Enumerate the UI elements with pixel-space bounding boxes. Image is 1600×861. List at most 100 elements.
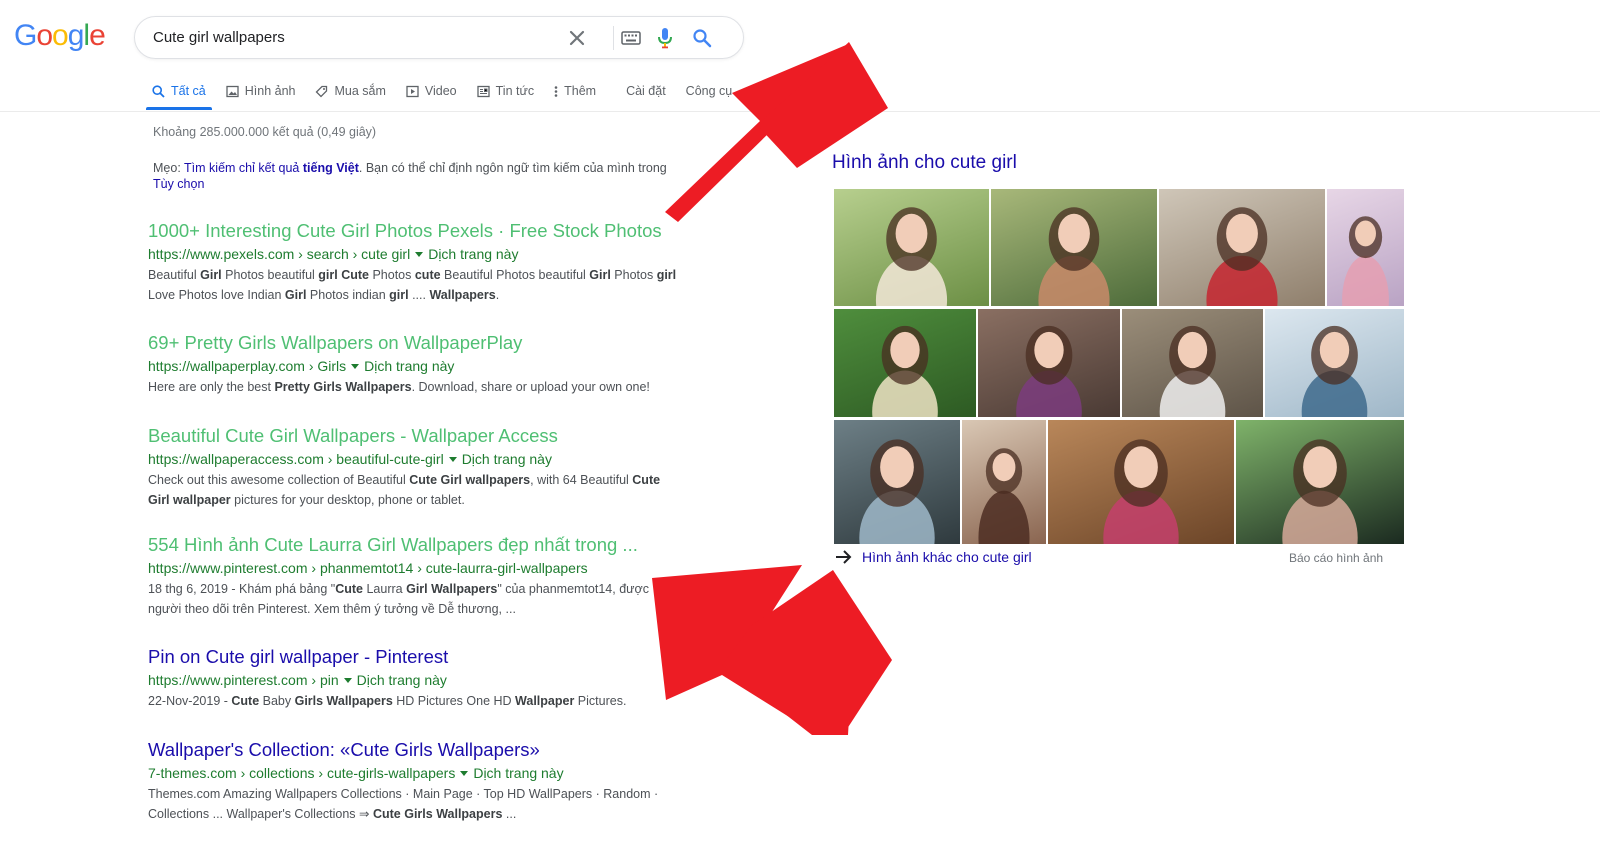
photo-icon — [872, 325, 938, 417]
photo-icon — [859, 439, 935, 544]
google-logo[interactable]: Google — [14, 19, 106, 53]
result-breadcrumb[interactable]: https://wallpaperaccess.com › beautiful-… — [148, 451, 444, 467]
translate-link[interactable]: Dịch trang này — [473, 765, 563, 781]
result-title-link[interactable]: 69+ Pretty Girls Wallpapers on Wallpaper… — [148, 332, 728, 354]
photo-icon — [875, 207, 948, 306]
image-thumbnail[interactable] — [1048, 420, 1234, 544]
photo-icon — [1206, 207, 1278, 306]
search-input[interactable] — [153, 17, 553, 58]
result-title-link[interactable]: 554 Hình ảnh Cute Laurra Girl Wallpapers… — [148, 534, 728, 556]
more-images-label: Hình ảnh khác cho cute girl — [862, 549, 1032, 565]
image-thumbnail[interactable] — [978, 309, 1120, 417]
result-title-link[interactable]: 1000+ Interesting Cute Girl Photos Pexel… — [148, 220, 728, 242]
more-images-link[interactable]: Hình ảnh khác cho cute girl — [835, 549, 1032, 565]
image-thumbnail[interactable] — [1122, 309, 1263, 417]
caret-down-icon[interactable] — [343, 677, 352, 683]
image-thumbnail[interactable] — [834, 189, 989, 306]
annotation-arrow-top — [665, 45, 846, 222]
result-stats: Khoảng 285.000.000 kết quả (0,49 giây) — [153, 125, 377, 139]
image-thumbnail[interactable] — [834, 309, 976, 417]
translate-link[interactable]: Dịch trang này — [462, 451, 552, 467]
tab-label: Công cụ — [685, 84, 733, 98]
photo-icon — [1016, 325, 1082, 417]
tab-label: Cài đặt — [626, 84, 666, 98]
annotation-arrow-top-body — [757, 42, 888, 168]
search-divider — [613, 26, 614, 50]
header-divider — [0, 111, 1600, 112]
result-snippet: 22-Nov-2019 - Cute Baby Girls Wallpapers… — [148, 694, 627, 708]
image-thumbnail[interactable] — [1265, 309, 1404, 417]
photo-icon — [1301, 325, 1368, 417]
image-thumbnail[interactable] — [1236, 420, 1404, 544]
result-breadcrumb[interactable]: https://www.pexels.com › search › cute g… — [148, 246, 410, 262]
search-icon[interactable] — [689, 25, 715, 51]
tab-images[interactable]: Hình ảnh — [218, 74, 304, 108]
tab-label: Hình ảnh — [244, 84, 296, 98]
search-result: Pin on Cute girl wallpaper - Pinterest h… — [148, 646, 728, 711]
result-snippet: Beautiful Girl Photos beautiful girl Cut… — [148, 268, 677, 302]
logo-letter: G — [14, 19, 37, 52]
tip-prefix: Mẹo: — [153, 161, 185, 175]
translate-link[interactable]: Dịch trang này — [357, 672, 447, 688]
images-panel-title[interactable]: Hình ảnh cho cute girl — [832, 152, 1017, 174]
tag-icon — [316, 85, 328, 97]
tab-all[interactable]: Tất cả — [144, 74, 214, 110]
tab-label: Mua sắm — [334, 84, 386, 98]
result-title-link[interactable]: Wallpaper's Collection: «Cute Girls Wall… — [148, 739, 728, 761]
caret-down-icon[interactable] — [415, 251, 424, 257]
search-tabs: Tất cả Hình ảnh Mua sắm Video Tin tức Th… — [144, 74, 744, 110]
result-breadcrumb[interactable]: 7-themes.com › collections › cute-girls-… — [148, 765, 455, 781]
more-vert-icon — [554, 85, 558, 97]
image-icon — [226, 85, 239, 97]
tab-video[interactable]: Video — [398, 74, 465, 108]
logo-letter: o — [36, 19, 53, 52]
tab-news[interactable]: Tin tức — [469, 74, 542, 108]
tab-shopping[interactable]: Mua sắm — [307, 74, 393, 108]
photo-icon — [1159, 325, 1226, 417]
caret-down-icon[interactable] — [351, 363, 360, 369]
logo-letter: g — [67, 19, 85, 52]
result-breadcrumb[interactable]: https://wallpaperplay.com › Girls — [148, 358, 346, 374]
close-icon[interactable] — [564, 25, 590, 51]
image-thumbnail[interactable] — [834, 420, 960, 544]
photo-icon — [1342, 216, 1389, 306]
result-title-link[interactable]: Beautiful Cute Girl Wallpapers - Wallpap… — [148, 425, 728, 447]
language-tip: Mẹo: Tìm kiếm chỉ kết quả tiếng Việt. Bạ… — [153, 160, 713, 192]
result-title-link[interactable]: Pin on Cute girl wallpaper - Pinterest — [148, 646, 728, 668]
report-images-link[interactable]: Báo cáo hình ảnh — [1289, 551, 1383, 565]
tab-tools[interactable]: Công cụ — [678, 74, 741, 108]
caret-down-icon[interactable] — [448, 456, 457, 462]
tip-text: . Bạn có thể chỉ định ngôn ngữ tìm kiếm … — [358, 161, 667, 175]
microphone-icon[interactable] — [652, 25, 678, 51]
search-result: Wallpaper's Collection: «Cute Girls Wall… — [148, 739, 728, 824]
caret-down-icon[interactable] — [460, 770, 469, 776]
image-thumbnail[interactable] — [1159, 189, 1325, 306]
result-snippet: Themes.com Amazing Wallpapers Collection… — [148, 787, 659, 821]
keyboard-icon[interactable] — [618, 25, 644, 51]
result-url: https://www.pexels.com › search › cute g… — [148, 243, 728, 265]
tab-label: Video — [424, 84, 457, 98]
photo-icon — [1282, 439, 1358, 544]
result-url: 7-themes.com › collections › cute-girls-… — [148, 762, 728, 784]
photo-icon — [1103, 439, 1179, 544]
tab-settings[interactable]: Cài đặt — [618, 74, 674, 108]
video-icon — [406, 85, 419, 97]
image-thumbnail[interactable] — [962, 420, 1046, 544]
image-thumbnail[interactable] — [991, 189, 1157, 306]
result-breadcrumb[interactable]: https://www.pinterest.com › phanmemtot14… — [148, 560, 588, 576]
image-thumbnail[interactable] — [1327, 189, 1404, 306]
photo-icon — [1038, 207, 1110, 306]
search-result: 1000+ Interesting Cute Girl Photos Pexel… — [148, 220, 728, 305]
tab-more[interactable]: Thêm — [546, 74, 604, 108]
tip-options-link[interactable]: Tùy chọn — [153, 177, 204, 191]
result-url: https://www.pinterest.com › phanmemtot14… — [148, 557, 728, 579]
translate-link[interactable]: Dịch trang này — [364, 358, 454, 374]
search-icon — [152, 84, 165, 98]
tip-language-link[interactable]: tiếng Việt — [303, 161, 359, 175]
tip-search-link[interactable]: Tìm kiếm chỉ kết quả — [184, 161, 299, 175]
annotation-arrow-bottom-body — [722, 570, 892, 735]
photo-icon — [978, 448, 1030, 544]
result-breadcrumb[interactable]: https://www.pinterest.com › pin — [148, 672, 339, 688]
translate-link[interactable]: Dịch trang này — [428, 246, 518, 262]
result-url: https://wallpaperplay.com › Girls Dịch tr… — [148, 355, 728, 377]
